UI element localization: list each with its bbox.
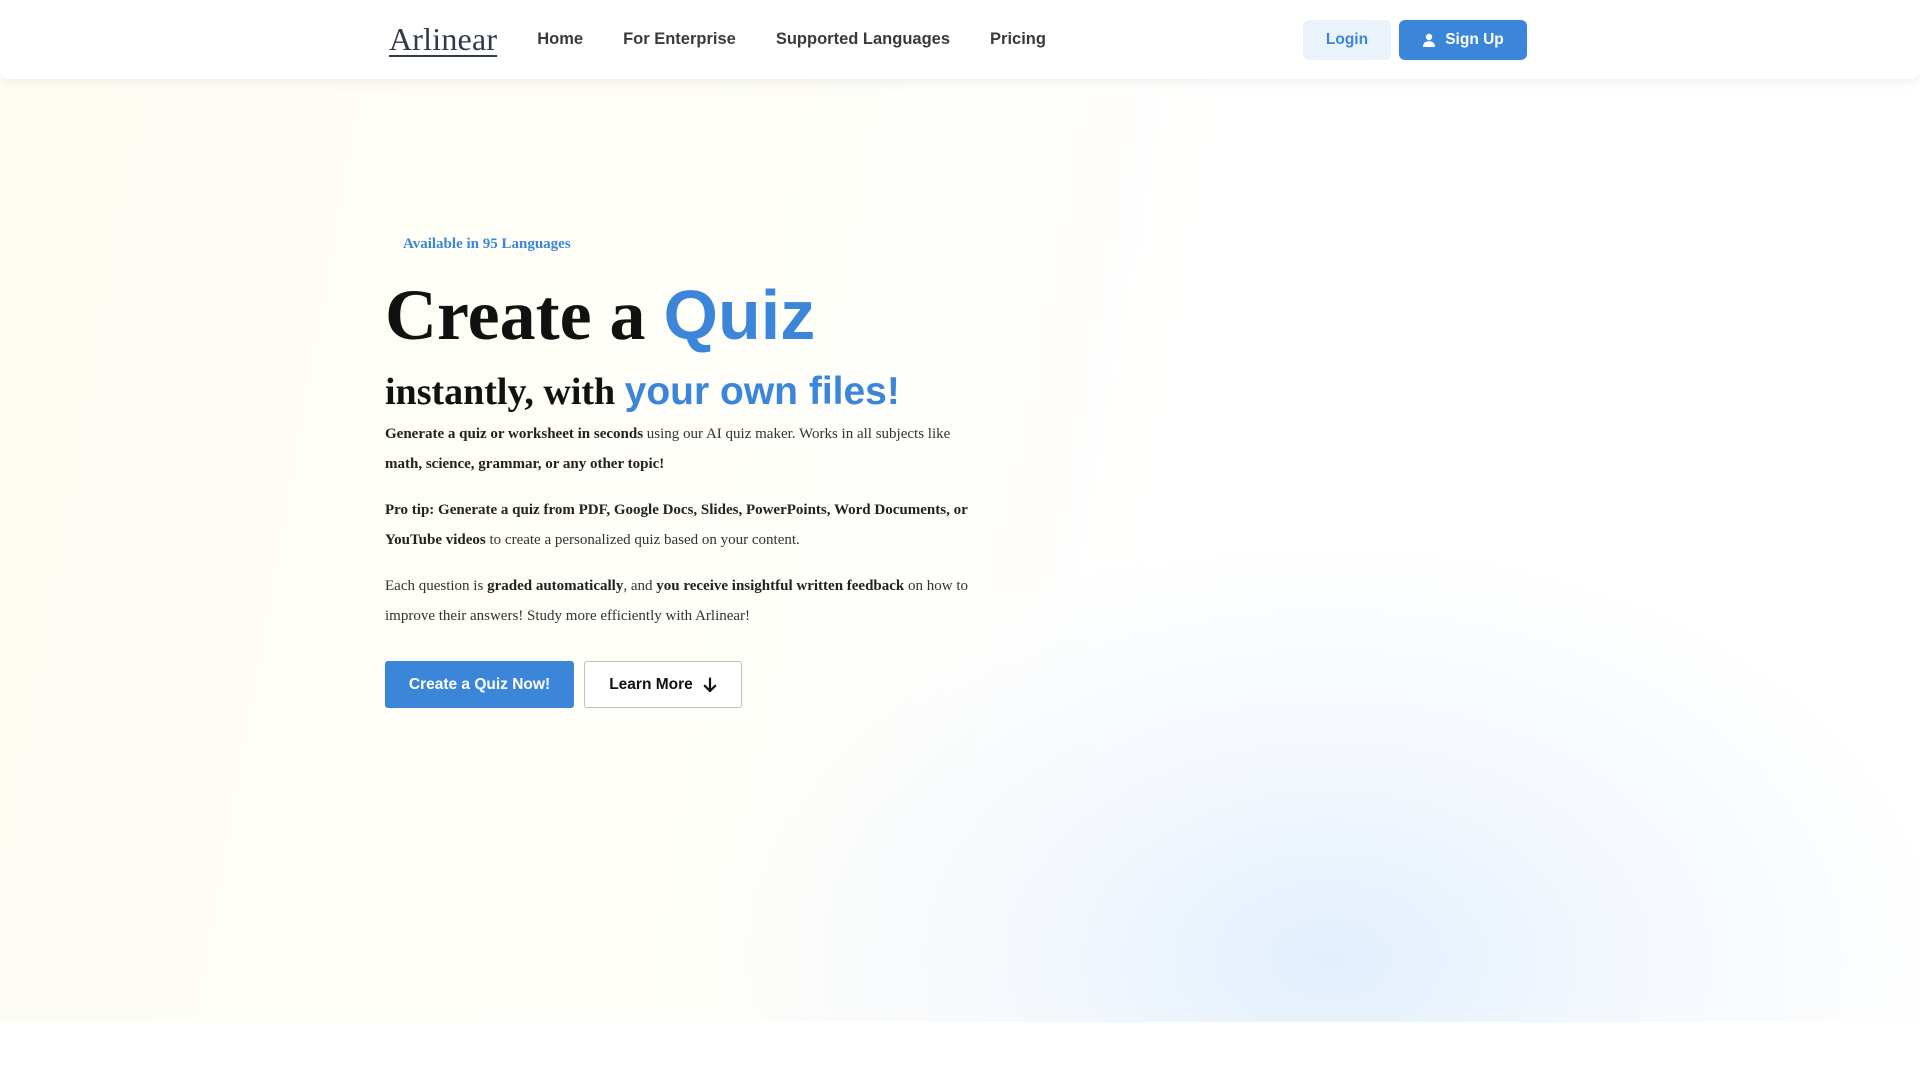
- sign-up-button[interactable]: Sign Up: [1399, 19, 1527, 60]
- subheadline-accent-text: your own files!: [624, 370, 900, 413]
- p1-bold-1: Generate a quiz or worksheet in seconds: [385, 426, 644, 442]
- create-quiz-button[interactable]: Create a Quiz Now!: [385, 661, 574, 708]
- nav-links: Home For Enterprise Supported Languages …: [537, 30, 1086, 49]
- p1-bold-2: math, science, grammar, or any other top…: [385, 456, 665, 472]
- hero-paragraph-3: Each question is graded automatically, a…: [385, 571, 975, 631]
- nav-link-supported-languages[interactable]: Supported Languages: [776, 30, 950, 49]
- hero-paragraph-2: Pro tip: Generate a quiz from PDF, Googl…: [385, 495, 975, 555]
- navbar-inner: Arlinear Home For Enterprise Supported L…: [389, 0, 1527, 79]
- p3-bold-1: graded automatically: [487, 578, 624, 594]
- hero-paragraph-1: Generate a quiz or worksheet in seconds …: [385, 419, 975, 479]
- login-button[interactable]: Login: [1303, 19, 1391, 60]
- p2-text: to create a personalized quiz based on y…: [485, 532, 800, 548]
- hero-headline: Create a Quiz: [385, 279, 815, 351]
- user-icon: [1422, 33, 1436, 47]
- p1-text-1: using our AI quiz maker. Works in all su…: [643, 426, 951, 442]
- p3-text-1: Each question is: [385, 578, 488, 594]
- headline-dark-text: Create a: [385, 275, 664, 355]
- subheadline-dark-text: instantly, with: [385, 371, 625, 413]
- p3-text-2: , and: [623, 578, 657, 594]
- headline-accent-text: Quiz: [663, 276, 816, 354]
- brand-logo[interactable]: Arlinear: [389, 21, 497, 58]
- nav-link-pricing[interactable]: Pricing: [990, 30, 1046, 49]
- top-navbar: Arlinear Home For Enterprise Supported L…: [0, 0, 1920, 79]
- cta-row: Create a Quiz Now! Learn More: [385, 661, 742, 708]
- languages-badge: Available in 95 Languages: [403, 236, 571, 252]
- hero-subheadline: instantly, with your own files!: [385, 372, 900, 411]
- sign-up-label: Sign Up: [1445, 30, 1504, 48]
- hero-section: Available in 95 Languages Create a Quiz …: [0, 79, 1920, 1022]
- nav-link-home[interactable]: Home: [537, 30, 583, 49]
- learn-more-label: Learn More: [609, 675, 693, 693]
- p3-bold-2: you receive insightful written feedback: [656, 578, 905, 594]
- nav-link-for-enterprise[interactable]: For Enterprise: [623, 30, 736, 49]
- auth-buttons: Login Sign Up: [1303, 19, 1527, 60]
- arrow-down-icon: [703, 676, 717, 693]
- learn-more-button[interactable]: Learn More: [584, 661, 742, 708]
